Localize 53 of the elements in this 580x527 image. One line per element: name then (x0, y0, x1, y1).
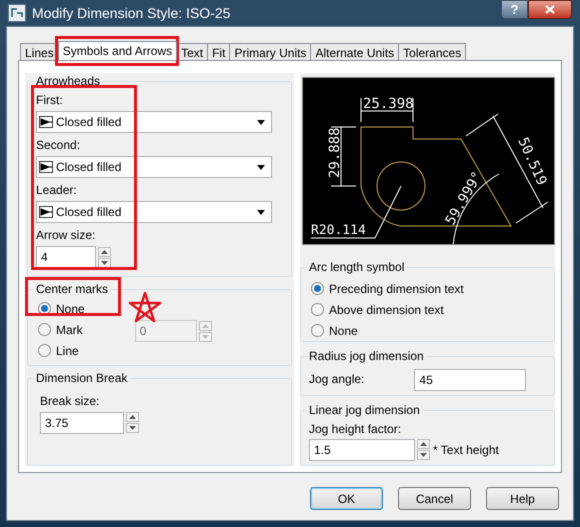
spin-buttons[interactable] (126, 412, 139, 434)
radio-button[interactable] (311, 303, 324, 316)
arrowhead-icon (39, 116, 53, 128)
group-title: Radius jog dimension (307, 348, 426, 364)
dialog-button[interactable]: OK (310, 487, 383, 510)
caret-icon (257, 164, 265, 170)
radio-button[interactable] (311, 324, 324, 337)
arrowhead-icon (39, 161, 53, 173)
radio-label: Above dimension text (329, 302, 444, 318)
tab[interactable]: Primary Units (229, 43, 312, 60)
caret-icon (257, 120, 265, 124)
field-label: Arrow size: (36, 227, 96, 243)
field-label: Leader: (36, 182, 78, 198)
group-title: Arc length symbol (307, 259, 406, 275)
jog-angle-field[interactable]: 45 (414, 369, 526, 391)
number-field[interactable]: 3.75 (40, 412, 124, 434)
tab[interactable]: Symbols and Arrows (58, 41, 178, 60)
spin-buttons[interactable] (98, 246, 111, 268)
tab[interactable]: Tolerances (398, 43, 466, 60)
radio-label: Preceding dimension text (329, 280, 464, 298)
number-field[interactable]: 1.5 (309, 438, 415, 461)
radio-label: None (56, 300, 85, 318)
unit-label: * Text height (433, 442, 499, 459)
field-label: Jog height factor: (309, 420, 402, 437)
arrowhead-dropdown[interactable]: Closed filled (36, 156, 272, 178)
close-button[interactable] (528, 0, 572, 19)
close-icon (545, 5, 555, 14)
radio-button[interactable] (38, 323, 51, 336)
radio-label: Mark (56, 322, 83, 339)
radio-button[interactable] (38, 344, 51, 358)
arrowhead-dropdown[interactable]: Closed filled (36, 111, 272, 133)
dialog-button[interactable]: Cancel (398, 487, 471, 510)
field-label: Jog angle: (309, 371, 364, 387)
dialog-button[interactable]: Help (486, 487, 559, 510)
spin-buttons[interactable] (417, 439, 430, 460)
radio-label: Line (56, 342, 79, 360)
window-title: Modify Dimension Style: ISO-25 (32, 4, 232, 23)
star-drawing (128, 291, 162, 323)
caret-icon (257, 210, 265, 214)
field-label: Break size: (40, 392, 100, 409)
tab[interactable]: Fit (207, 43, 230, 60)
number-field[interactable]: 4 (36, 246, 96, 268)
arrowhead-dropdown[interactable]: Closed filled (36, 201, 272, 223)
radio-label: None (329, 322, 358, 340)
tab[interactable]: Alternate Units (310, 43, 400, 60)
field-label: Second: (36, 137, 82, 153)
dropdown-value: Closed filled (56, 204, 122, 221)
field-label: First: (36, 92, 64, 108)
arrowhead-icon (39, 206, 53, 218)
dropdown-value: Closed filled (56, 159, 122, 176)
app-icon (8, 4, 26, 22)
radio-button[interactable] (311, 282, 324, 295)
dropdown-value: Closed filled (56, 114, 122, 131)
